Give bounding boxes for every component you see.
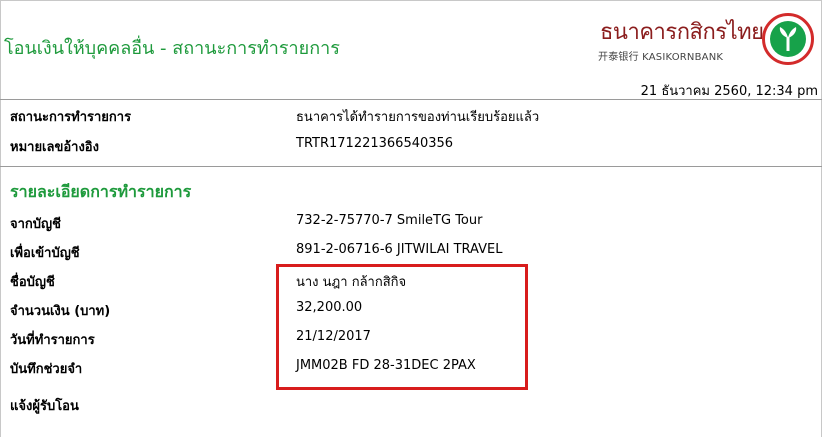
- reference-label: หมายเลขอ้างอิง: [10, 140, 99, 155]
- highlight-box: [276, 264, 528, 390]
- transaction-datetime: 21 ธันวาคม 2560, 12:34 pm: [640, 84, 818, 99]
- from-account-label: จากบัญชี: [10, 217, 61, 232]
- bank-name-thai: ธนาคารกสิกรไทย: [600, 20, 764, 45]
- divider: [0, 99, 822, 100]
- page-title: โอนเงินให้บุคคลอื่น - สถานะการทำรายการ: [4, 38, 340, 59]
- date-label: วันที่ทำรายการ: [10, 333, 95, 348]
- from-account-value: 732-2-75770-7 SmileTG Tour: [296, 213, 483, 228]
- kbank-logo-icon: [762, 13, 814, 65]
- memo-label: บันทึกช่วยจำ: [10, 362, 83, 377]
- to-account-value: 891-2-06716-6 JITWILAI TRAVEL: [296, 242, 503, 257]
- notify-label: แจ้งผู้รับโอน: [10, 399, 79, 414]
- account-name-label: ชื่อบัญชี: [10, 275, 55, 290]
- status-label: สถานะการทำรายการ: [10, 110, 132, 125]
- reference-value: TRTR171221366540356: [296, 136, 454, 151]
- amount-label: จำนวนเงิน (บาท): [10, 304, 111, 319]
- status-value: ธนาคารได้ทำรายการของท่านเรียบร้อยแล้ว: [296, 110, 540, 125]
- kasikorn-logo: ธนาคารกสิกรไทย 开泰银行 KASIKORNBANK: [596, 8, 818, 74]
- to-account-label: เพื่อเข้าบัญชี: [10, 246, 80, 261]
- divider: [0, 166, 822, 167]
- details-section-title: รายละเอียดการทำรายการ: [10, 182, 192, 201]
- bank-name-english: 开泰银行 KASIKORNBANK: [598, 52, 724, 63]
